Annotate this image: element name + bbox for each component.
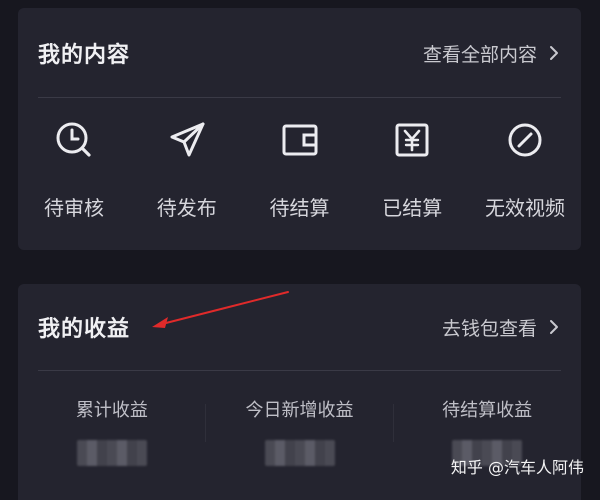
action-label: 待发布 [156,196,217,220]
watermark: 知乎 @汽车人阿伟 [450,458,584,477]
stat-label: 待结算收益 [442,400,533,421]
divider [38,97,561,98]
annotation-arrow-icon [152,291,289,328]
action-label: 待审核 [44,196,104,220]
wallet-link[interactable]: 去钱包查看 [442,314,561,341]
view-all-content-label: 查看全部内容 [422,43,537,66]
divider [38,370,561,371]
stat-total-earnings[interactable]: 累计收益 [18,396,206,466]
view-all-content-link[interactable]: 查看全部内容 [423,40,561,67]
stat-label: 今日新增收益 [245,400,354,421]
chevron-right-icon [550,46,558,60]
wallet-icon [278,118,322,162]
action-pending-publish[interactable]: 待发布 [133,118,241,221]
my-earnings-title: 我的收益 [38,317,131,342]
action-label: 已结算 [382,196,443,220]
screen: 我的内容 查看全部内容 待审核 待发布 待结算 已结算 无效视频 我的收益 去钱… [0,0,600,500]
my-content-title: 我的内容 [38,43,131,68]
content-status-actions: 待审核 待发布 待结算 已结算 无效视频 [18,118,581,221]
wallet-link-label: 去钱包查看 [441,317,537,340]
paper-plane-icon [165,118,209,162]
blurred-value [264,440,335,466]
action-label: 无效视频 [485,196,565,220]
stat-label: 累计收益 [75,400,148,421]
action-pending-review[interactable]: 待审核 [20,118,128,221]
clock-search-icon [52,118,96,162]
stat-today-earnings[interactable]: 今日新增收益 [206,396,394,466]
my-content-card: 我的内容 查看全部内容 待审核 待发布 待结算 已结算 无效视频 [18,8,581,250]
yen-ledger-icon [390,118,434,162]
blurred-value [76,440,147,466]
action-settled[interactable]: 已结算 [358,118,466,221]
invalid-slash-circle-icon [503,118,547,162]
my-content-header: 我的内容 查看全部内容 [18,8,581,98]
action-invalid-videos[interactable]: 无效视频 [471,118,579,221]
action-pending-settlement[interactable]: 待结算 [246,118,354,221]
stat-separator [205,404,206,442]
action-label: 待结算 [269,196,330,220]
stat-separator [393,404,394,442]
chevron-right-icon [550,320,558,334]
